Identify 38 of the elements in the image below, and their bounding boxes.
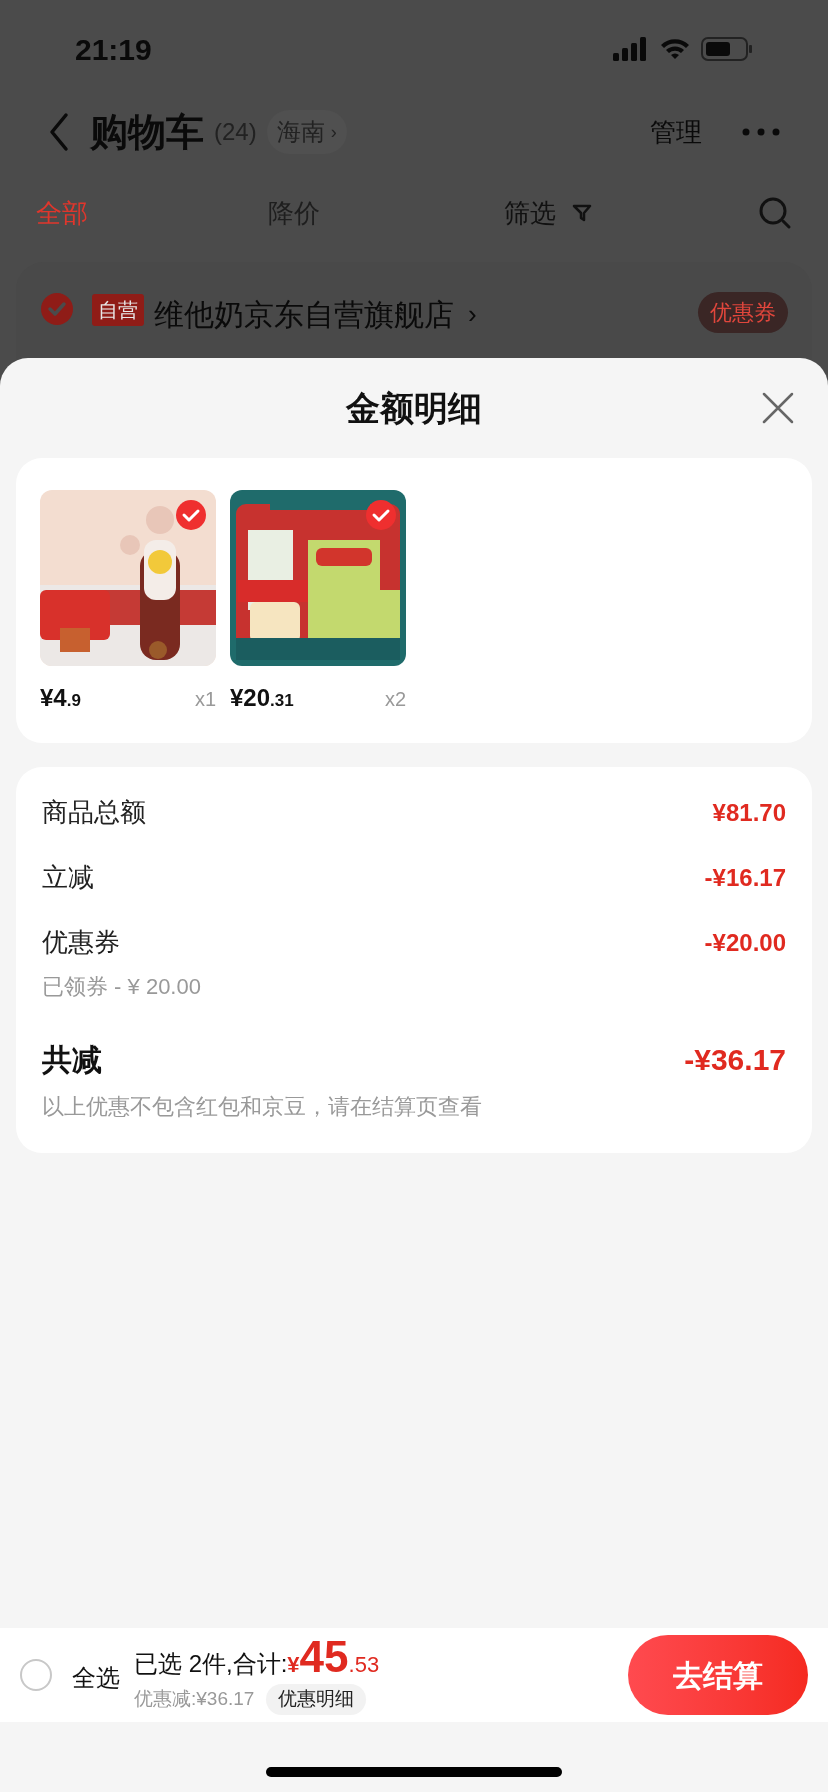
item-quantity: x1: [194, 687, 216, 712]
search-icon[interactable]: [758, 196, 792, 230]
sheet-title: 金额明细: [346, 387, 482, 429]
selected-summary: 已选 2件,合计:: [134, 1649, 288, 1680]
close-icon[interactable]: [762, 392, 794, 424]
self-operated-tag: 自营: [92, 294, 144, 326]
status-time: 21:19: [75, 31, 152, 68]
amount-value: -¥20.00: [704, 927, 786, 958]
amount-label: 商品总额: [42, 796, 146, 829]
coupon-button[interactable]: 优惠券: [698, 292, 788, 333]
manage-button[interactable]: 管理: [650, 112, 702, 152]
wifi-icon: [659, 37, 691, 61]
amount-label: 立减: [42, 861, 94, 894]
item-price: ¥20.31: [230, 683, 294, 713]
amount-value: ¥81.70: [712, 797, 786, 828]
filter-tab[interactable]: 全部: [36, 193, 268, 233]
amount-label: 共减: [42, 1042, 102, 1078]
item-price: ¥4.9: [40, 683, 81, 713]
checkout-button[interactable]: 去结算: [628, 1635, 808, 1715]
item-quantity: x2: [384, 687, 406, 712]
amount-note: 已领券 - ¥ 20.00: [42, 973, 202, 1001]
amount-value: -¥36.17: [684, 1042, 786, 1078]
amount-note: 以上优惠不包含红包和京豆，请在结算页查看: [42, 1093, 483, 1121]
back-button[interactable]: [48, 112, 70, 152]
filter-icon: [572, 203, 592, 223]
battery-icon: [701, 36, 753, 62]
discount-detail-button[interactable]: 优惠明细: [266, 1684, 367, 1715]
amount-value: -¥16.17: [704, 862, 786, 893]
amount-label: 优惠券: [42, 926, 120, 959]
discount-summary: 优惠减:¥36.17: [134, 1687, 255, 1712]
store-name-link[interactable]: 维他奶京东自营旗舰店 ›: [154, 292, 477, 337]
select-all-checkbox[interactable]: [20, 1659, 52, 1691]
filter-button[interactable]: 筛选: [504, 193, 592, 233]
signal-icon: [613, 37, 649, 61]
page-title: 购物车: [90, 109, 204, 155]
total-price: ¥45.53: [287, 1635, 380, 1682]
select-all-label[interactable]: 全选: [72, 1660, 120, 1696]
more-icon[interactable]: [742, 128, 780, 136]
